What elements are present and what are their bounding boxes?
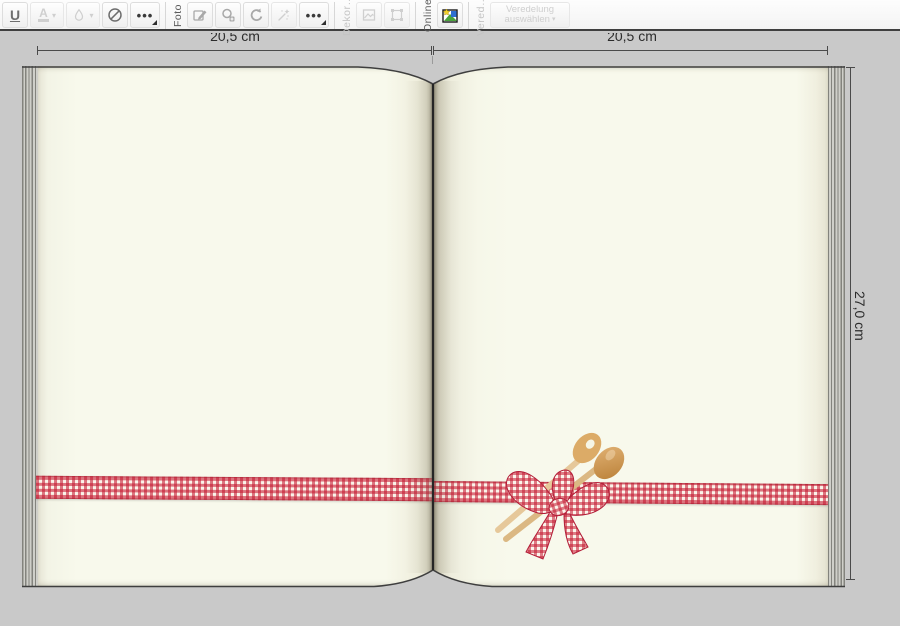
gingham-ribbon-left[interactable] [36, 476, 434, 501]
insert-image-button[interactable] [356, 2, 382, 28]
underline-button[interactable]: U [2, 2, 28, 28]
veredelung-auswaehlen-button[interactable]: Veredelung auswählen ▾ [490, 2, 570, 28]
three-dots-icon: ••• [137, 8, 154, 23]
section-label-foto: Foto [171, 2, 185, 29]
left-page-width-measure-line [37, 46, 432, 55]
rotate-photo-button[interactable] [243, 2, 269, 28]
more-photo-options-button[interactable]: ••• [299, 2, 329, 28]
underline-icon: U [10, 7, 20, 23]
left-page-width-label: 20,5 cm [185, 33, 285, 44]
magic-wand-icon [276, 7, 292, 23]
no-style-button[interactable] [102, 2, 128, 28]
chevron-down-icon: ▾ [89, 11, 93, 20]
rotate-ccw-icon [248, 7, 264, 23]
more-text-options-button[interactable]: ••• [130, 2, 160, 28]
chevron-down-icon: ▾ [52, 11, 56, 20]
gingham-bow-with-wooden-spoons[interactable] [486, 418, 661, 563]
circle-slash-icon [107, 7, 123, 23]
page-edges-right [828, 66, 845, 587]
right-page-width-label: 20,5 cm [582, 33, 682, 44]
pencil-edit-icon [192, 7, 208, 23]
toolbar-separator [468, 2, 469, 29]
section-label-dekorationen: Dekor… [340, 2, 354, 29]
veredelung-button-line2: auswählen [505, 15, 550, 25]
page-height-label: 27,0 cm [852, 291, 868, 341]
toolbar-separator [334, 2, 335, 29]
three-dots-icon: ••• [306, 8, 323, 23]
crop-frame-button[interactable] [384, 2, 410, 28]
crop-frame-icon [389, 7, 405, 23]
section-label-online: Online [421, 2, 435, 29]
photo-plus-icon [220, 7, 236, 23]
section-label-veredelung: Vered… [474, 2, 488, 29]
toolbar-separator [415, 2, 416, 29]
picture-icon [361, 7, 377, 23]
book-page-left[interactable] [38, 66, 433, 587]
font-color-button[interactable]: A ▾ [30, 2, 64, 28]
magic-wand-button[interactable] [271, 2, 297, 28]
chevron-down-icon: ▾ [552, 15, 556, 25]
font-color-icon: A [38, 8, 49, 22]
spine-center-guide [432, 56, 433, 64]
book-spread [22, 65, 845, 589]
edit-photo-button[interactable] [187, 2, 213, 28]
photobook-editor: U A ▾ ▾ ••• Foto [0, 0, 900, 626]
ink-drop-icon [72, 8, 86, 22]
gingham-bow [506, 470, 609, 559]
right-page-width-measure-line [433, 46, 828, 55]
workspace: 20,5 cm 20,5 cm 27,0 cm [0, 33, 900, 626]
online-service-icon [441, 7, 459, 24]
page-edges-left [22, 66, 38, 587]
online-service-button[interactable] [437, 2, 463, 28]
toolbar-separator [165, 2, 166, 29]
fill-color-button[interactable]: ▾ [66, 2, 100, 28]
toolbar: U A ▾ ▾ ••• Foto [0, 0, 900, 31]
add-photo-button[interactable] [215, 2, 241, 28]
